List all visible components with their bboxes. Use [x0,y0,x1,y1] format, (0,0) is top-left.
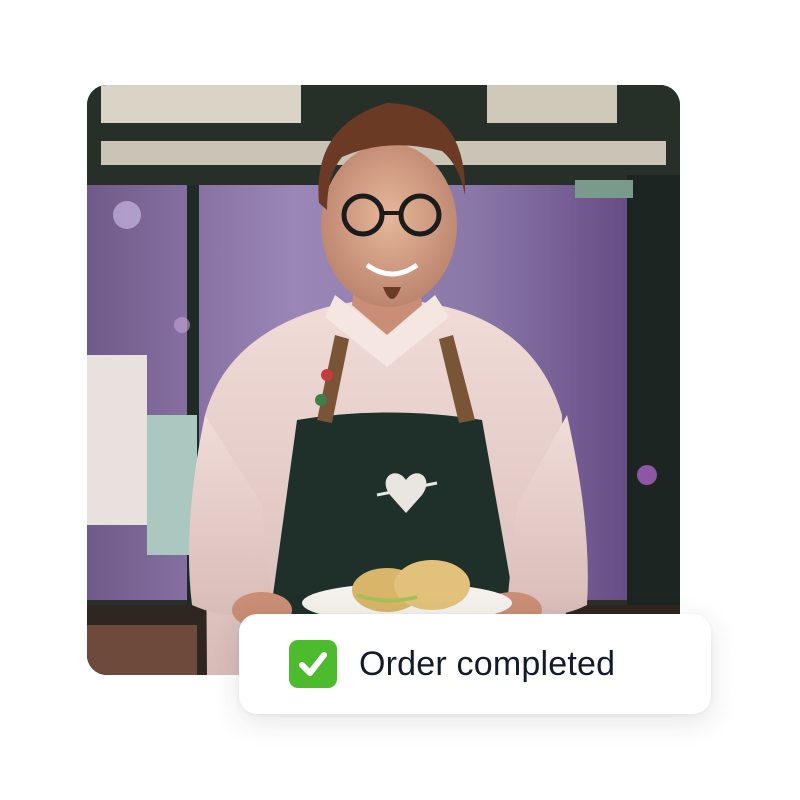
order-status-label: Order completed [359,644,616,683]
check-mark-icon [289,640,337,688]
order-status-toast: Order completed [239,614,711,714]
stage: Order completed [0,0,800,800]
barista-photo [87,85,680,675]
